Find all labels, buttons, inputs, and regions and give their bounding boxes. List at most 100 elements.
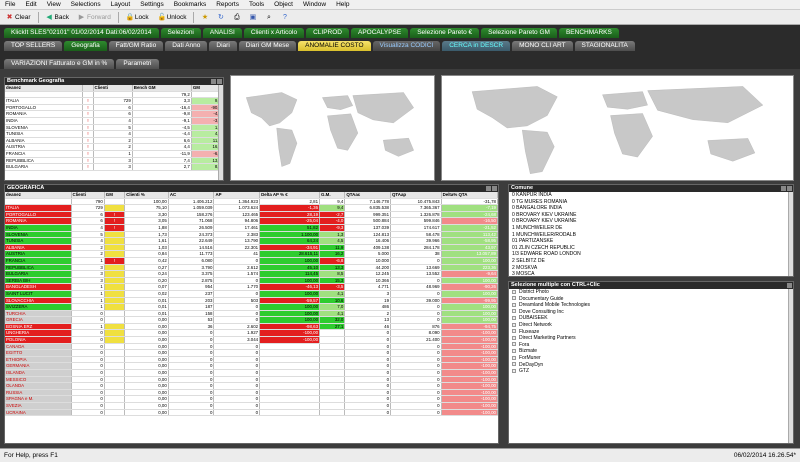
table-row[interactable]: TUNISIA 4 1,61 22.649 13.790 64,24 4,5 16.406 39… (5, 237, 498, 245)
sheet-tab[interactable]: Fatt/GM Ratio (108, 41, 164, 51)
multi-select-header[interactable]: Selezione multiple con CTRL+Clic (509, 282, 793, 289)
list-item[interactable]: ForMuner (509, 355, 793, 362)
list-item[interactable]: Fora (509, 342, 793, 349)
sheet-tab[interactable]: Selezioni (160, 28, 201, 38)
table-row[interactable]: REPUBBLICA! 3 7,4 13,3 (5, 157, 223, 165)
comune-scrollbar[interactable] (788, 192, 793, 276)
table-row[interactable]: SLOVACCHIA 1 0,01 203 503 -59,57 10,6 19 39.000-… (5, 297, 498, 305)
menu-object[interactable]: Object (269, 0, 298, 10)
forward-button[interactable]: ▶ Forward (74, 11, 115, 23)
table-row[interactable]: SERBIA BIH 3 0,20 2.875 0 100,00 15,3 10.366 0 10… (5, 277, 498, 285)
table-row[interactable]: GRECIA 0 0,00 53 0 100,00 32,0 13 0 100,00 (5, 316, 498, 324)
sheet-tab[interactable]: STAGIONALITA (574, 41, 635, 51)
table-row[interactable]: OLANDA 0 0,00 0 0 0 0 -100,00 (5, 382, 498, 390)
table-row[interactable]: SAINT LUCIT 1 0,02 237 0 100,00 4,1 3 0 100,00 (5, 290, 498, 298)
bookmark-button[interactable]: ★ (197, 11, 212, 23)
menu-selections[interactable]: Selections (66, 0, 106, 10)
list-item[interactable]: Bizmate (509, 348, 793, 355)
sheet-tab[interactable]: MONO CLI ART (512, 41, 573, 51)
table-row[interactable]: UCRAINA 0 0,00 0 0 0 0 -100,00 (5, 409, 498, 417)
table-row[interactable]: REPUBBLICA 3 0,27 3.790 2.612 45,10 13,3 44.200… (5, 264, 498, 272)
table-row[interactable]: SPAGNA e M. 0 0,00 0 0 0 0 -100,00 (5, 395, 498, 403)
sheet-tab[interactable]: CLIPROD (306, 28, 349, 38)
menu-reports[interactable]: Reports (211, 0, 244, 10)
table-row[interactable]: ETHIOPIA 0 0,00 0 0 0 0 -100,00 (5, 356, 498, 364)
table-row[interactable]: TUNISIA!4-4,44,5 (5, 130, 223, 138)
checkbox[interactable] (512, 322, 516, 327)
world-map-right[interactable] (441, 75, 794, 181)
table-row[interactable]: FRANCIA!1-11,9-6,8 (5, 150, 223, 158)
table-row[interactable]: CANADA 0 0,00 0 0 0 0 -100,00 (5, 343, 498, 351)
table-row[interactable]: ROMANIA 6! 3,05 71.068 94.806 -25,04 -4,0 500.8… (5, 217, 498, 225)
list-item[interactable]: 1 MUNCHWEILER DE (509, 225, 793, 232)
list-item[interactable]: 0 BROVARY KIEV UKRAINE (509, 212, 793, 219)
table-row[interactable]: PORTOGALLO 6! 3,30 158.276 123.465 28,19 -2,7 9… (5, 211, 498, 219)
sheet-tab[interactable]: KlickIt SLES"02101" 01/02/2014 Dati:06/0… (4, 28, 159, 38)
checkbox[interactable] (512, 296, 516, 301)
table-row[interactable]: ALBANIA! 2 6,6 11,9 (5, 137, 223, 145)
list-item[interactable]: 1 MUNCHWEILER/RODALB (509, 232, 793, 239)
checkbox[interactable] (512, 349, 516, 354)
table-row[interactable]: BOSNIA ERZ 1 0,00 36 2.602 -98,63 27,1 46 876 -94… (5, 323, 498, 331)
list-item[interactable]: Direct Marketing Partners (509, 335, 793, 342)
checkbox[interactable] (512, 309, 516, 314)
minimize-icon[interactable] (211, 79, 216, 84)
checkbox[interactable] (512, 342, 516, 347)
table-row[interactable]: POLONIA 0 0,00 0 3.044 -100,00 0 21.400 -100,00 (5, 336, 498, 344)
maximize-icon[interactable] (217, 79, 222, 84)
search-button[interactable]: ⌕ (261, 11, 276, 23)
sheet-tab[interactable]: Dati Anno (165, 41, 208, 51)
list-item[interactable]: DUBAISEEK (509, 315, 793, 322)
minimize-icon[interactable] (787, 283, 792, 288)
table-row[interactable]: ROMANIA!6-9,8-4,0 (5, 110, 223, 118)
save-button[interactable]: ▣ (245, 11, 260, 23)
multi-select-scrollbar[interactable] (788, 289, 793, 443)
minimize-icon[interactable] (486, 186, 491, 191)
table-row[interactable]: SVIZZERA 1 0,01 187 0 100,00 7,0 486 0 100,00 (5, 303, 498, 311)
sheet-tab[interactable]: Parametri (116, 59, 159, 69)
menu-bookmarks[interactable]: Bookmarks (169, 0, 212, 10)
geografica-panel-header[interactable]: GEOGRAFICA (5, 185, 498, 192)
table-row[interactable]: ISLANDA 0 0,00 0 0 0 0 -100,00 (5, 369, 498, 377)
sheet-tab[interactable]: Selezione Pareto € (410, 28, 480, 38)
list-item[interactable]: 01 ZLIN CZECH REPUBLIC (509, 245, 793, 252)
table-row[interactable]: INDIA!4-9,1-3,3 (5, 117, 223, 125)
list-item[interactable]: 0 KANPUR INDIA (509, 192, 793, 199)
benchmark-scrollbar[interactable] (218, 85, 223, 180)
checkbox[interactable] (512, 316, 516, 321)
list-item[interactable]: Fluxeaze (509, 329, 793, 336)
benchmark-panel-header[interactable]: Benchmark Geografia (5, 78, 223, 85)
sheet-tab[interactable]: Geografia (64, 41, 107, 51)
sheet-tab[interactable]: ANOMALIE COSTO (298, 41, 371, 51)
back-button[interactable]: ◀ Back (42, 11, 73, 23)
sheet-tab[interactable]: Diari GM Mese (238, 41, 297, 51)
print-button[interactable]: ⎙ (229, 11, 244, 23)
list-item[interactable]: District Photo (509, 289, 793, 296)
table-row[interactable]: SLOVENIA 5 1,73 24.373 2.383 1.100,00 1,3 124.8… (5, 231, 498, 239)
list-item[interactable]: 0 BANGALORE INDIA (509, 205, 793, 212)
comune-header[interactable]: Comune (509, 185, 793, 192)
help-button[interactable]: ? (277, 11, 292, 23)
table-row[interactable]: INDIA 4! 1,88 26.509 17.461 51,82 -9,3 137.039 1… (5, 224, 498, 232)
list-item[interactable]: 1/3 EDWARE ROAD LONDON (509, 251, 793, 258)
sheet-tab[interactable]: TOP SELLERS (4, 41, 63, 51)
menu-window[interactable]: Window (298, 0, 331, 10)
menu-layout[interactable]: Layout (106, 0, 136, 10)
unlock-button[interactable]: 🔓 Unlock (154, 11, 191, 23)
checkbox[interactable] (512, 362, 516, 367)
search-icon[interactable] (781, 186, 786, 191)
table-row[interactable]: BANGLADESH 1 0,07 954 1.770 -46,13 -3,5 4.771 48… (5, 283, 498, 291)
table-row[interactable]: GERMANIA 0 0,00 0 0 0 0 -100,00 (5, 362, 498, 371)
menu-settings[interactable]: Settings (135, 0, 169, 10)
table-row[interactable]: FRANCIA 1! 0,42 6.080 0 100,00 -6,8 10.000 0 100,… (5, 257, 498, 265)
sheet-tab[interactable]: BENCHMARKS (558, 28, 619, 38)
table-row[interactable]: ITALIA!7293,39,1 (5, 97, 223, 105)
checkbox[interactable] (512, 355, 516, 360)
table-row[interactable]: MESSICO 0 0,00 0 0 0 0 -100,00 (5, 376, 498, 384)
table-row[interactable]: PORTOGALLO! 6 -16,4 -90,6 (5, 104, 223, 112)
table-row[interactable]: UNGHERIA 0 0,00 0 1.927 -100,00 0 8.090 -100,00 (5, 329, 498, 338)
menu-file[interactable]: File (0, 0, 20, 10)
list-item[interactable]: GTZ (509, 368, 793, 375)
table-row[interactable]: BULGARIA 3 0,24 3.375 1.574 114,45 8,5 12.245 13… (5, 270, 498, 278)
lock-button[interactable]: 🔒 Lock (122, 11, 153, 23)
